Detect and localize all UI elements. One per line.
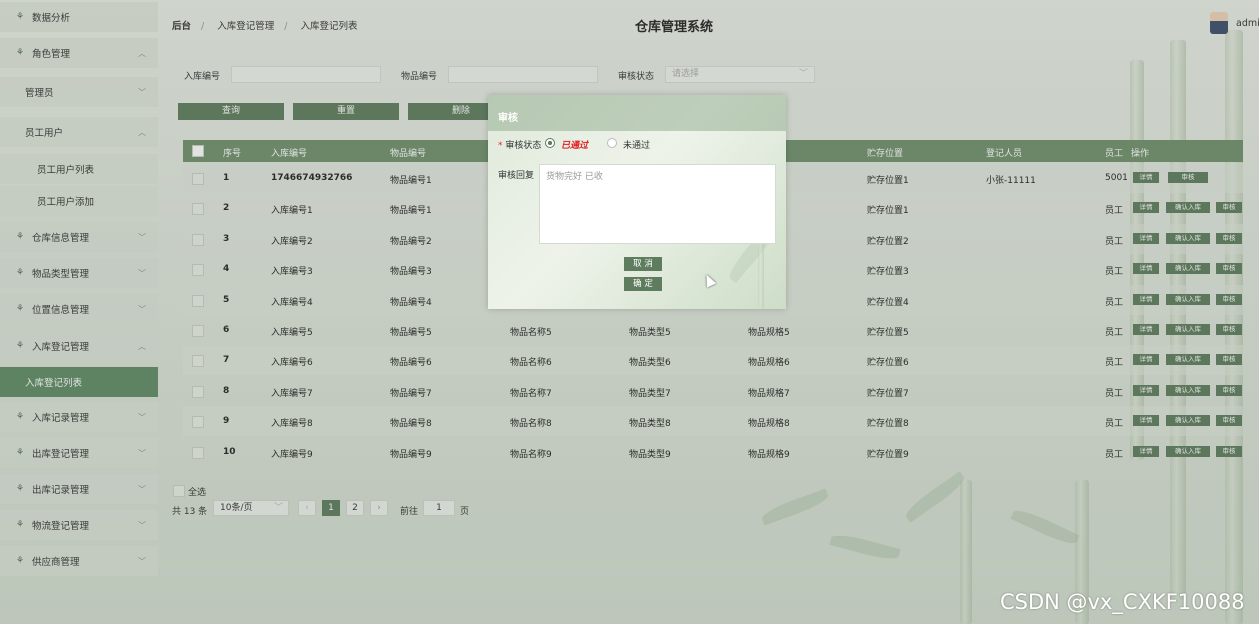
dialog-header [488, 95, 786, 131]
dialog-title: 审核 [498, 113, 518, 124]
review-status-label: * 审核状态 [498, 138, 541, 151]
review-dialog: 审核 * 审核状态 已通过 未通过 审核回复 货物完好 已收 取 消 确 定 [488, 95, 786, 309]
radio-failed-label[interactable]: 未通过 [623, 138, 650, 151]
modal-overlay[interactable] [0, 0, 1259, 624]
radio-passed[interactable] [545, 138, 555, 148]
review-status-text: 审核状态 [505, 141, 542, 151]
radio-passed-label[interactable]: 已通过 [561, 138, 588, 151]
radio-failed[interactable] [607, 138, 617, 148]
cancel-button[interactable]: 取 消 [624, 257, 662, 271]
reply-textarea[interactable]: 货物完好 已收 [539, 164, 776, 244]
confirm-button[interactable]: 确 定 [624, 277, 662, 291]
reply-label: 审核回复 [498, 171, 535, 181]
watermark: CSDN @vx_CXKF10088 [1000, 590, 1245, 614]
